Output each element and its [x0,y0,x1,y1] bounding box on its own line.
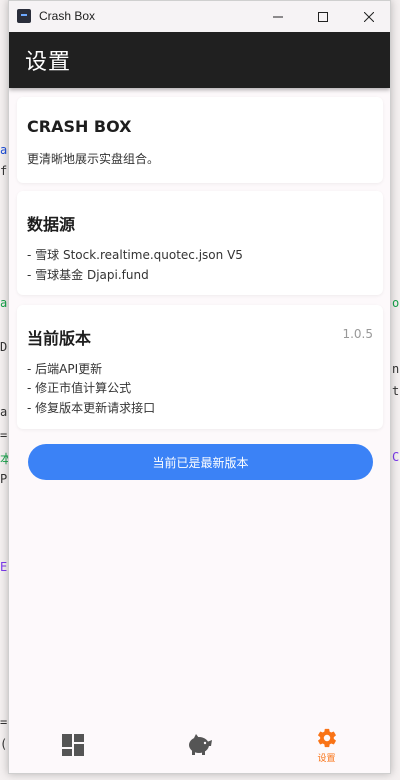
data-source-card: 数据源 - 雪球 Stock.realtime.quotec.json V5 -… [17,191,383,295]
changelog-item: - 后端API更新 [27,362,103,376]
minimize-icon [273,16,283,17]
background-glyph: = [0,715,8,729]
gear-icon [317,728,336,747]
background-glyph: ( [0,737,8,751]
version-number: 1.0.5 [342,327,373,341]
background-glyph: a [0,296,8,310]
app-logo-icon [17,9,31,23]
tab-settings-label: 设置 [317,753,336,764]
changelog-item: - 修复版本更新请求接口 [27,401,156,415]
background-glyph: D [0,340,8,354]
background-glyph: o [392,296,400,310]
background-glyph: P [0,472,8,486]
piggy-bank-icon [188,734,212,755]
dashboard-icon [61,734,84,756]
tab-dashboard[interactable] [9,717,136,773]
data-source-title: 数据源 [27,215,76,234]
window-title: Crash Box [39,9,96,23]
tab-portfolio[interactable] [136,717,263,773]
close-icon [364,11,374,22]
about-description: 更清晰地展示实盘组合。 [27,152,160,166]
maximize-button[interactable] [300,1,346,32]
about-title: CRASH BOX [27,117,132,136]
close-button[interactable] [346,1,390,32]
background-glyph: = [0,428,8,442]
background-glyph: t [392,384,400,398]
page-header: 设置 [9,32,390,88]
background-glyph: f [0,164,8,178]
background-glyph: a [0,143,8,157]
bottom-tab-bar: 设置 [9,717,390,773]
background-glyph: a [0,405,8,419]
data-source-item: - 雪球基金 Djapi.fund [27,268,149,282]
title-bar[interactable]: Crash Box [9,1,390,32]
background-glyph: C [392,450,400,464]
check-update-button[interactable]: 当前已是最新版本 [28,444,373,480]
version-card: 当前版本 1.0.5 - 后端API更新 - 修正市值计算公式 - 修复版本更新… [17,305,383,429]
minimize-button[interactable] [255,1,301,32]
tab-settings[interactable]: 设置 [263,717,390,773]
app-window: Crash Box 设置 CRASH BOX 更清晰地展示实盘组合。 数据源 -… [8,0,391,774]
version-title: 当前版本 [27,329,92,348]
background-glyph: n [392,362,400,376]
maximize-icon [318,11,328,22]
about-card: CRASH BOX 更清晰地展示实盘组合。 [17,97,383,183]
changelog-item: - 修正市值计算公式 [27,381,132,395]
page-title: 设置 [25,50,72,75]
background-glyph: E [0,560,8,574]
data-source-item: - 雪球 Stock.realtime.quotec.json V5 [27,248,243,262]
